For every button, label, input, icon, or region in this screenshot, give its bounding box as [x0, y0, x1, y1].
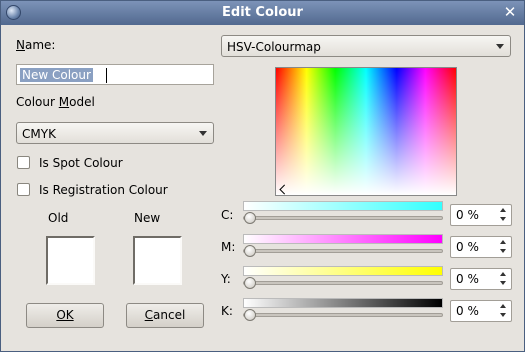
magenta-value: 0 %: [456, 240, 479, 254]
decrement-icon[interactable]: [500, 249, 506, 253]
decrement-icon[interactable]: [500, 281, 506, 285]
cyan-gradient: [243, 201, 443, 211]
name-label: Name:: [16, 38, 56, 52]
cyan-slider-track[interactable]: [243, 216, 443, 220]
cancel-button[interactable]: Cancel: [126, 303, 204, 328]
new-label: New: [134, 211, 161, 225]
new-colour-swatch: [133, 236, 182, 285]
edit-colour-dialog: Edit Colour ✕ Name: New Colour Colour Mo…: [0, 0, 525, 352]
hsv-colourmap[interactable]: [275, 67, 457, 196]
spot-colour-label[interactable]: Is Spot Colour: [39, 156, 123, 170]
title-bar[interactable]: Edit Colour ✕: [1, 1, 524, 25]
colour-model-label: Colour Model: [16, 95, 95, 109]
yellow-gradient: [243, 266, 443, 276]
ok-button-label: OK: [56, 308, 74, 322]
colour-model-value: CMYK: [22, 127, 56, 141]
increment-icon[interactable]: [500, 304, 506, 308]
yellow-spinbox[interactable]: 0 %: [450, 268, 512, 290]
magenta-slider-track[interactable]: [243, 249, 443, 253]
increment-icon[interactable]: [500, 240, 506, 244]
magenta-spinbox[interactable]: 0 %: [450, 236, 512, 258]
old-label: Old: [48, 211, 69, 225]
increment-icon[interactable]: [500, 208, 506, 212]
name-input-value: New Colour: [20, 68, 93, 82]
black-spinbox[interactable]: 0 %: [450, 300, 512, 322]
magenta-gradient: [243, 234, 443, 244]
name-input[interactable]: New Colour: [16, 64, 214, 85]
text-caret: [106, 68, 107, 83]
decrement-icon[interactable]: [500, 313, 506, 317]
magenta-slider-handle[interactable]: [244, 245, 256, 257]
ok-button[interactable]: OK: [26, 303, 104, 328]
yellow-slider-track[interactable]: [243, 281, 443, 285]
yellow-slider-handle[interactable]: [244, 277, 256, 289]
increment-icon[interactable]: [500, 272, 506, 276]
spot-colour-checkbox[interactable]: [17, 156, 30, 169]
magenta-label: M:: [221, 240, 236, 254]
close-icon[interactable]: ✕: [502, 5, 518, 21]
picker-mode-value: HSV-Colourmap: [227, 40, 321, 54]
chevron-down-icon: [496, 44, 504, 49]
colour-model-select[interactable]: CMYK: [16, 122, 214, 144]
cyan-spinbox[interactable]: 0 %: [450, 204, 512, 226]
yellow-label: Y:: [221, 272, 231, 286]
black-value: 0 %: [456, 304, 479, 318]
cyan-value: 0 %: [456, 208, 479, 222]
colour-picker-mode-select[interactable]: HSV-Colourmap: [221, 35, 511, 57]
registration-colour-label[interactable]: Is Registration Colour: [39, 183, 168, 197]
yellow-value: 0 %: [456, 272, 479, 286]
cyan-label: C:: [221, 208, 234, 222]
old-colour-swatch: [46, 236, 95, 285]
black-gradient: [243, 298, 443, 308]
black-slider-track[interactable]: [243, 313, 443, 317]
decrement-icon[interactable]: [500, 217, 506, 221]
window-title: Edit Colour: [222, 5, 303, 20]
black-label: K:: [221, 304, 233, 318]
cyan-slider-handle[interactable]: [244, 212, 256, 224]
registration-colour-checkbox[interactable]: [17, 183, 30, 196]
chevron-down-icon: [199, 131, 207, 136]
black-slider-handle[interactable]: [244, 309, 256, 321]
